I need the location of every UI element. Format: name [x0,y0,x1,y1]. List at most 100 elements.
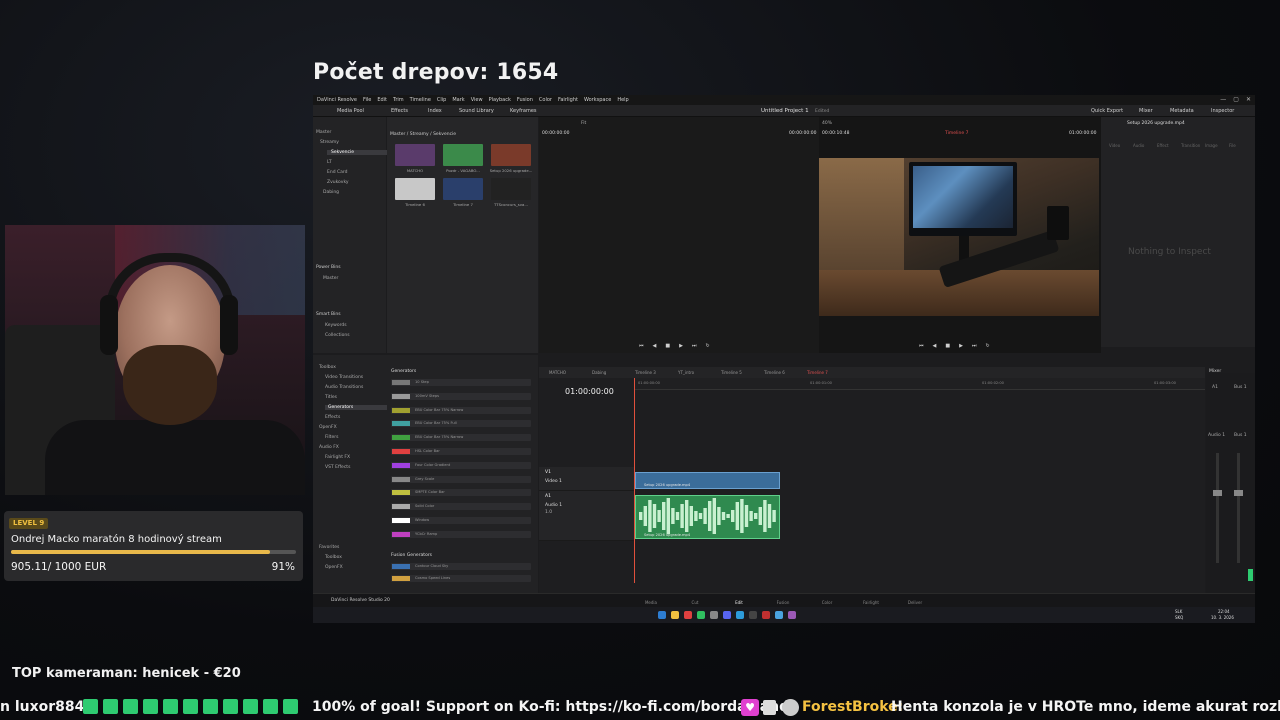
generator-item[interactable]: HSL Color Bar [391,448,531,455]
fx-group-effects[interactable]: Effects [325,415,340,420]
inspector-tab-image[interactable]: Image [1205,143,1218,148]
menu-item-fairlight[interactable]: Fairlight [558,97,578,103]
generator-item[interactable]: EBU Color Bar 75% Narrow [391,406,531,414]
page-button-deliver[interactable]: Deliver [900,600,930,605]
steam-icon[interactable] [775,611,783,619]
timeline-tab[interactable]: Dabing [592,370,606,375]
skip-forward-icon[interactable]: ⏭ [692,343,697,349]
resolve-icon[interactable] [749,611,757,619]
fx-group-vst-effects[interactable]: VST Effects [325,465,350,470]
menu-item-color[interactable]: Color [539,97,552,103]
fx-group-fairlight-fx[interactable]: Fairlight FX [325,455,350,460]
bin-item-streamy[interactable]: Streamy [320,140,339,145]
generator-item[interactable]: Solid Color [391,503,531,511]
fx-favorite-favorites[interactable]: Favorites [319,545,339,550]
browser-icon[interactable] [684,611,692,619]
program-play-icon[interactable]: ▶ [959,343,963,349]
timeline-tab[interactable]: Timeline 5 [721,370,742,375]
keyboard-layout-top[interactable]: SLK [1175,609,1182,614]
inspector-button[interactable]: Inspector [1211,108,1234,114]
clip-thumbnail[interactable] [443,144,483,166]
reverse-icon[interactable]: ◀ [653,343,657,349]
menu-item-davinci-resolve[interactable]: DaVinci Resolve [317,97,357,103]
generator-item[interactable]: 10 Step [391,379,531,386]
clip-thumbnail[interactable] [443,178,483,200]
inspector-tab-transition[interactable]: Transition [1181,143,1200,148]
inspector-tab-video[interactable]: Video [1109,143,1120,148]
bin-item-end-card[interactable]: End Card [327,170,348,175]
fx-favorite-openfx[interactable]: OpenFX [325,565,343,570]
timeline-tab[interactable]: Timeline 7 [807,370,828,375]
page-button-fairlight[interactable]: Fairlight [856,600,886,605]
clip-thumbnail[interactable] [491,144,531,166]
fader-a1-handle[interactable] [1213,490,1222,496]
fusion-generator-item[interactable]: Contour Cloud Sky [391,563,531,570]
app-icon[interactable] [710,611,718,619]
fader-bus1-handle[interactable] [1234,490,1243,496]
generator-item[interactable]: EBU Color Bar 75% Full [391,420,531,428]
bin-item-zvukovky[interactable]: Zvukovky [327,180,349,185]
play-icon[interactable]: ▶ [679,343,683,349]
fx-group-audio-fx[interactable]: Audio FX [319,445,339,450]
media-pool-button[interactable]: Media Pool [337,108,364,114]
page-button-fusion[interactable]: Fusion [768,600,798,605]
generator-item[interactable]: Grey Scale [391,475,531,483]
page-button-media[interactable]: Media [636,600,666,605]
smart-bin-keywords[interactable]: Keywords [325,323,347,328]
menu-item-fusion[interactable]: Fusion [517,97,533,103]
fusion-generator-item[interactable]: Cosmo Speed Lines [391,575,531,582]
menu-item-help[interactable]: Help [617,97,628,103]
smart-bin-collections[interactable]: Collections [325,333,350,338]
generator-item[interactable]: Window [391,517,531,524]
start-icon[interactable] [658,611,666,619]
generator-item[interactable]: 100mV Steps [391,392,531,400]
program-timeline-name[interactable]: Timeline 7 [945,131,968,136]
fx-favorite-toolbox[interactable]: Toolbox [325,555,342,560]
spotify-icon[interactable] [697,611,705,619]
menu-item-playback[interactable]: Playback [489,97,511,103]
fx-group-video-transitions[interactable]: Video Transitions [325,375,363,380]
program-skip-forward-icon[interactable]: ⏭ [972,343,977,349]
fx-group-openfx[interactable]: OpenFX [319,425,337,430]
timeline-tab[interactable]: Timeline 6 [764,370,785,375]
skip-back-icon[interactable]: ⏮ [639,343,644,349]
inspector-tab-effect[interactable]: Effect [1157,143,1169,148]
generator-item[interactable]: EBU Color Bar 75% Narrow [391,434,531,442]
keyframes-button[interactable]: Keyframes [510,108,537,114]
menu-item-clip[interactable]: Clip [437,97,446,103]
fx-group-generators[interactable]: Generators [325,405,387,410]
menu-item-file[interactable]: File [363,97,371,103]
clip-thumbnail[interactable] [395,178,435,200]
sound-library-button[interactable]: Sound Library [459,108,494,114]
timeline-tab[interactable]: YT_intro [678,370,694,375]
keyboard-layout-bottom[interactable]: SKQ [1175,615,1183,620]
bin-item-dabing[interactable]: Dabing [323,190,339,195]
generator-item[interactable]: Four Color Gradient [391,461,531,469]
maximize-button[interactable]: ▢ [1233,96,1239,103]
program-reverse-icon[interactable]: ◀ [933,343,937,349]
vscode-icon[interactable] [736,611,744,619]
close-button[interactable]: ✕ [1246,96,1251,103]
timeline-ruler[interactable]: 01:00:00:00 01:00:01:00 01:00:02:00 01:00:0… [634,378,1205,390]
menu-item-mark[interactable]: Mark [452,97,464,103]
fx-group-toolbox[interactable]: Toolbox [319,365,336,370]
obs-icon[interactable] [762,611,770,619]
clock-date[interactable]: 10. 3. 2026 [1211,615,1234,620]
menu-item-view[interactable]: View [471,97,483,103]
twitch-icon[interactable] [788,611,796,619]
index-button[interactable]: Index [428,108,442,114]
menu-item-trim[interactable]: Trim [393,97,404,103]
page-button-edit[interactable]: Edit [724,600,754,605]
menu-item-edit[interactable]: Edit [377,97,387,103]
video-clip[interactable]: Setup 2026 upgrade.mp4 [635,472,780,489]
bin-item-lt[interactable]: LT [327,160,332,165]
program-zoom[interactable]: 40% [822,121,832,126]
menu-item-workspace[interactable]: Workspace [584,97,611,103]
clip-thumbnail[interactable] [395,144,435,166]
metadata-button[interactable]: Metadata [1170,108,1194,114]
menu-item-timeline[interactable]: Timeline [410,97,431,103]
clock-time[interactable]: 22:04 [1218,609,1230,614]
explorer-icon[interactable] [671,611,679,619]
mixer-button[interactable]: Mixer [1139,108,1153,114]
loop-icon[interactable]: ↻ [705,343,709,349]
